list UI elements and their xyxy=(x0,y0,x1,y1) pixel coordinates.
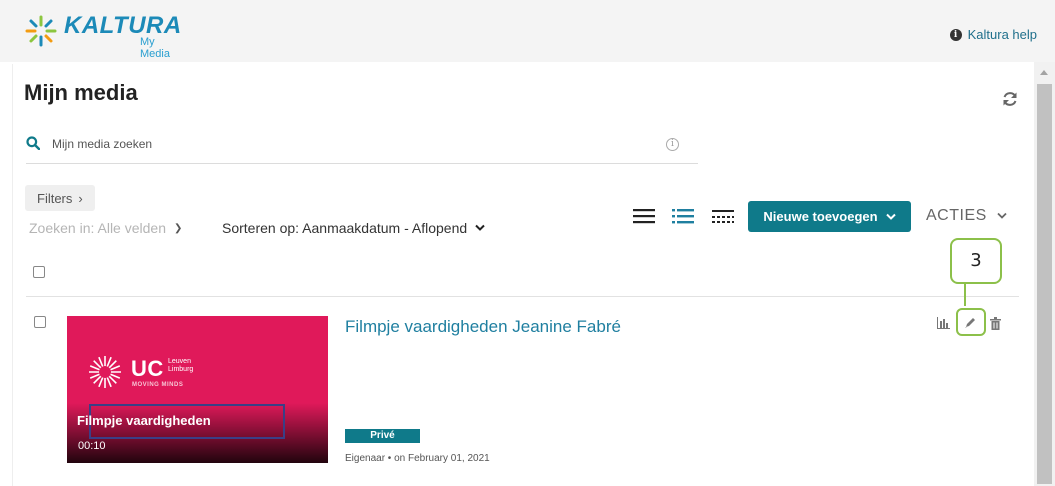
statistics-icon[interactable] xyxy=(937,317,950,329)
sort-label: Sorteren op: Aanmaakdatum - Aflopend xyxy=(222,220,468,236)
search-icon[interactable] xyxy=(26,136,40,150)
thumbnail-caption: Filmpje vaardigheden xyxy=(77,413,211,428)
uc-sunburst-icon xyxy=(89,356,121,388)
annotation-callout: 3 xyxy=(950,238,1002,284)
search-info-icon[interactable]: i xyxy=(666,138,679,151)
thumbnail-duration: 00:10 xyxy=(78,440,106,452)
search-bar: i xyxy=(26,130,698,164)
uc-brand-small: Leuven Limburg xyxy=(168,358,194,373)
sort-dropdown[interactable]: Sorteren op: Aanmaakdatum - Aflopend xyxy=(222,220,485,236)
compact-view-icon[interactable] xyxy=(711,207,735,225)
edit-pencil-icon[interactable] xyxy=(963,316,977,330)
help-link[interactable]: i Kaltura help xyxy=(949,27,1037,42)
search-input[interactable] xyxy=(52,134,652,154)
search-in-dropdown[interactable]: Zoeken in: Alle velden ❯ xyxy=(29,220,182,236)
entry-checkbox[interactable] xyxy=(34,316,46,328)
chevron-down-icon xyxy=(997,212,1007,219)
entry-thumbnail[interactable]: UC Leuven Limburg MOVING MINDS Filmpje v… xyxy=(67,316,328,463)
filters-button[interactable]: Filters › xyxy=(25,185,95,211)
callout-number: 3 xyxy=(970,250,982,271)
entry-title-link[interactable]: Filmpje vaardigheden Jeanine Fabré xyxy=(345,317,621,337)
add-new-button[interactable]: Nieuwe toevoegen xyxy=(748,201,911,232)
filters-label: Filters xyxy=(37,190,73,206)
search-in-label: Zoeken in: Alle velden xyxy=(29,220,166,236)
uc-tagline: MOVING MINDS xyxy=(132,382,184,388)
actions-dropdown[interactable]: ACTIES xyxy=(926,207,1007,225)
callout-pointer xyxy=(964,284,966,306)
list-divider xyxy=(26,296,1019,297)
chevron-right-icon: › xyxy=(78,190,83,206)
vertical-scrollbar[interactable] xyxy=(1034,62,1055,486)
detailed-list-view-icon[interactable] xyxy=(671,207,695,225)
entry-owner-date: Eigenaar • on February 01, 2021 xyxy=(345,453,490,464)
chevron-down-icon: ❯ xyxy=(173,222,183,234)
status-badge: Privé xyxy=(345,429,420,443)
help-label: Kaltura help xyxy=(967,27,1037,42)
uc-brand-text: UC xyxy=(131,356,164,381)
chevron-down-icon xyxy=(475,224,485,231)
kaltura-logo[interactable]: KALTURA My Media xyxy=(24,12,184,60)
uc-leuven-logo: UC Leuven Limburg MOVING MINDS xyxy=(87,354,207,394)
logo-subtitle: My Media xyxy=(140,36,170,60)
actions-label: ACTIES xyxy=(926,207,987,224)
refresh-icon[interactable] xyxy=(1001,90,1019,108)
info-icon: i xyxy=(949,28,962,41)
scroll-up-arrow-icon[interactable] xyxy=(1040,70,1048,75)
list-view-icon[interactable] xyxy=(632,207,656,225)
select-all-checkbox[interactable] xyxy=(33,266,45,278)
add-new-label: Nieuwe toevoegen xyxy=(763,209,878,224)
scroll-thumb[interactable] xyxy=(1037,84,1052,484)
top-bar: KALTURA My Media i Kaltura help xyxy=(0,0,1055,62)
kaltura-burst-icon xyxy=(25,15,57,47)
chevron-down-icon xyxy=(885,213,896,220)
delete-trash-icon[interactable] xyxy=(990,317,1001,330)
page-title: Mijn media xyxy=(24,80,138,105)
